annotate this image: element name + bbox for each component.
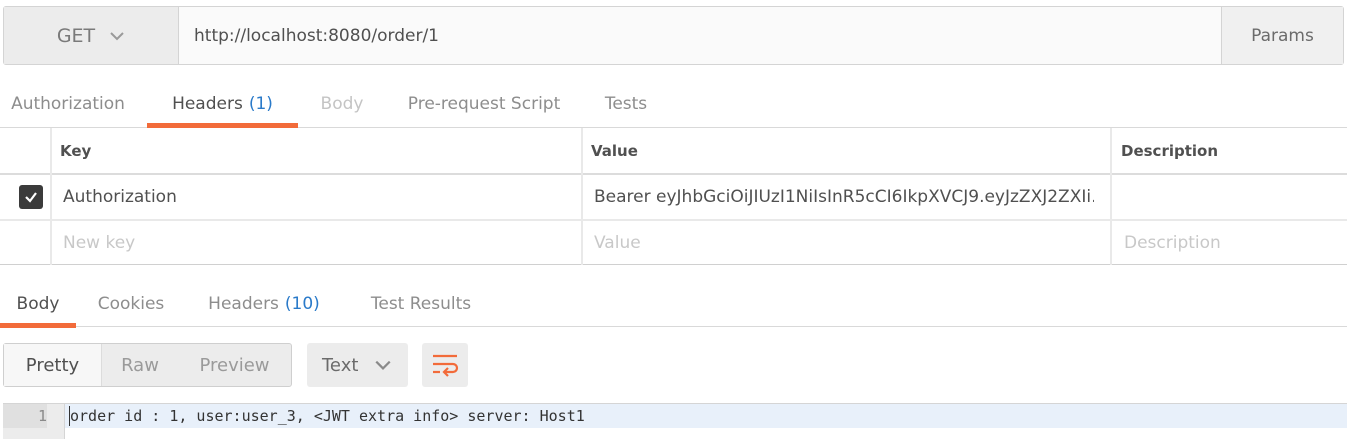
tab-body[interactable]: Body xyxy=(310,80,374,127)
header-enabled-checkbox[interactable] xyxy=(19,175,43,219)
header-key-cell[interactable]: Authorization xyxy=(63,175,573,219)
table-row-new: New key Value Description xyxy=(0,221,1347,265)
code-line: order id : 1, user:user_3, <JWT extra in… xyxy=(65,404,1347,428)
language-select[interactable]: Text xyxy=(307,343,408,387)
wrap-lines-icon xyxy=(433,354,459,377)
tab-label: Test Results xyxy=(370,293,472,314)
tab-label: Tests xyxy=(604,93,648,114)
tab-count: (1) xyxy=(248,93,273,114)
tab-test-results[interactable]: Test Results xyxy=(365,280,477,327)
header-description-cell[interactable] xyxy=(1124,175,1344,219)
headers-table: Key Value Description Authorization Bear… xyxy=(0,128,1347,265)
table-header-row: Key Value Description xyxy=(0,128,1347,175)
tab-response-headers[interactable]: Headers (10) xyxy=(203,280,325,327)
active-tab-indicator xyxy=(0,323,76,328)
tab-response-body[interactable]: Body xyxy=(0,280,76,328)
tab-count: (10) xyxy=(284,293,320,314)
column-divider xyxy=(581,128,583,265)
tab-label: Body xyxy=(16,293,60,314)
table-row: Authorization Bearer eyJhbGciOiJIUzI1NiI… xyxy=(0,175,1347,221)
request-bar: GET http://localhost:8080/order/1 Params xyxy=(3,6,1344,65)
tab-cookies[interactable]: Cookies xyxy=(92,280,170,327)
tab-label: Pre-request Script xyxy=(407,93,561,114)
text-caret xyxy=(69,406,70,426)
wrap-lines-button[interactable] xyxy=(422,343,468,387)
header-value-cell[interactable]: Bearer eyJhbGciOiJIUzI1NiIsInR5cCI6IkpXV… xyxy=(594,175,1094,219)
format-pretty-button[interactable]: Pretty xyxy=(4,344,102,386)
check-icon xyxy=(25,192,37,203)
method-label: GET xyxy=(56,24,96,47)
response-body-editor[interactable]: 1 order id : 1, user:user_3, <JWT extra … xyxy=(3,403,1347,439)
chevron-down-icon xyxy=(375,360,391,370)
column-divider xyxy=(50,128,52,265)
line-number-gutter: 1 xyxy=(3,404,65,439)
new-value-input[interactable]: Value xyxy=(594,221,641,264)
format-raw-button[interactable]: Raw xyxy=(102,344,178,386)
url-input[interactable]: http://localhost:8080/order/1 xyxy=(179,7,1221,64)
params-label: Params xyxy=(1251,25,1314,46)
column-header-key: Key xyxy=(60,141,92,160)
new-description-input[interactable]: Description xyxy=(1124,221,1221,264)
checkbox-checked xyxy=(19,185,43,209)
tab-label: Cookies xyxy=(97,293,165,314)
tab-label: Headers xyxy=(172,93,243,114)
line-number: 1 xyxy=(3,404,47,428)
url-text: http://localhost:8080/order/1 xyxy=(194,25,439,46)
tab-label: Body xyxy=(320,93,364,114)
column-header-description: Description xyxy=(1121,141,1219,160)
new-key-input[interactable]: New key xyxy=(63,221,135,264)
column-divider xyxy=(1110,128,1112,265)
method-select[interactable]: GET xyxy=(4,7,179,64)
request-tabs: Authorization Headers (1) Body Pre-reque… xyxy=(0,80,1347,128)
tab-headers[interactable]: Headers (1) xyxy=(147,80,298,128)
tab-authorization[interactable]: Authorization xyxy=(0,80,136,127)
format-toggle-group: Pretty Raw Preview xyxy=(3,343,292,387)
column-header-value: Value xyxy=(591,141,638,160)
tab-label: Headers xyxy=(208,293,279,314)
tab-pre-request-script[interactable]: Pre-request Script xyxy=(398,80,570,127)
response-tabs: Body Cookies Headers (10) Test Results xyxy=(0,280,1347,328)
params-button[interactable]: Params xyxy=(1221,7,1343,64)
tab-tests[interactable]: Tests xyxy=(592,80,660,127)
tab-label: Authorization xyxy=(11,93,125,114)
chevron-down-icon xyxy=(110,31,124,40)
language-label: Text xyxy=(322,354,359,376)
format-preview-button[interactable]: Preview xyxy=(178,344,291,386)
